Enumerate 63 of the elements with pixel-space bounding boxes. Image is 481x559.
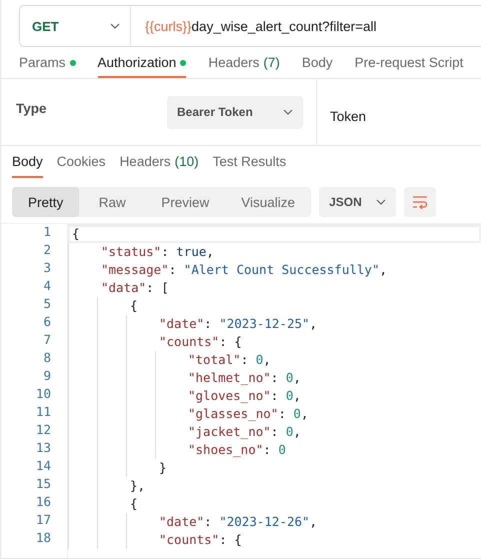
code-line: { — [129, 297, 138, 315]
line-number: 4 — [42, 278, 52, 295]
code-line: "jacket_no": 0, — [187, 423, 301, 441]
code-line: { — [129, 495, 138, 513]
view-mode-button[interactable]: Pretty — [12, 187, 80, 217]
line-number: 16 — [34, 494, 52, 511]
code-line: "shoes_no": 0 — [187, 441, 286, 459]
code-line: "helmet_no": 0, — [187, 369, 301, 387]
response-tab[interactable]: Headers (10) — [120, 154, 199, 178]
response-tab[interactable]: Cookies — [56, 154, 106, 178]
line-number: 8 — [42, 350, 52, 367]
view-mode-button[interactable]: Visualize — [225, 187, 312, 217]
line-number: 6 — [42, 314, 52, 331]
request-tab[interactable]: Pre-request Script — [354, 47, 464, 78]
line-number: 10 — [34, 386, 52, 403]
tab-count: (10) — [174, 154, 199, 169]
view-mode-button[interactable]: Preview — [145, 187, 226, 217]
line-number: 15 — [34, 476, 52, 493]
token-label: Token — [329, 108, 366, 124]
view-mode-button[interactable]: Raw — [79, 187, 146, 217]
code-line: } — [158, 459, 167, 477]
line-number: 13 — [34, 440, 52, 457]
code-line: "counts": { — [158, 531, 242, 549]
code-line: "date": "2023-12-25", — [158, 315, 318, 333]
line-number: 11 — [34, 404, 52, 421]
format-select[interactable]: JSON — [319, 187, 396, 217]
chevron-down-icon — [110, 23, 120, 29]
line-number: 9 — [42, 368, 52, 385]
code-line: "glasses_no": 0, — [187, 405, 308, 423]
code-line: "data": [ — [100, 279, 169, 297]
code-line: "status": true, — [100, 243, 214, 261]
line-number: 5 — [42, 296, 52, 313]
line-number: 2 — [42, 242, 52, 259]
line-number: 17 — [34, 512, 52, 529]
line-number: 14 — [34, 458, 52, 475]
url-field[interactable]: {{curls}}day_wise_alert_count?filter=all — [133, 18, 481, 34]
line-number: 3 — [42, 260, 52, 277]
response-tab[interactable]: Body — [12, 154, 43, 178]
line-number: 1 — [42, 224, 52, 241]
method-select[interactable]: GET — [20, 6, 131, 46]
code-line: "message": "Alert Count Successfully", — [100, 261, 387, 279]
type-label: Type — [16, 100, 47, 116]
code-line: "total": 0, — [187, 351, 271, 369]
line-number: 18 — [34, 530, 52, 547]
code-line: { — [71, 225, 80, 243]
line-number: 7 — [42, 332, 52, 349]
code-line: "counts": { — [158, 333, 242, 351]
code-line: }, — [129, 477, 146, 495]
url-bar[interactable]: GET {{curls}}day_wise_alert_count?filter=all — [19, 5, 481, 47]
request-tab[interactable]: Body — [302, 47, 333, 78]
response-tab[interactable]: Test Results — [212, 154, 286, 178]
chevron-down-icon — [283, 109, 293, 115]
wrap-lines-icon — [412, 195, 428, 209]
request-tab[interactable]: Authorization — [98, 47, 186, 78]
code-line: "gloves_no": 0, — [187, 387, 301, 405]
tab-count: (7) — [263, 55, 280, 70]
wrap-lines-button[interactable] — [404, 187, 436, 217]
auth-type-select[interactable]: Bearer Token — [167, 96, 303, 128]
code-line: "date": "2023-12-26", — [158, 513, 318, 531]
line-number: 12 — [34, 422, 52, 439]
request-tab[interactable]: Params — [19, 47, 76, 78]
chevron-down-icon — [376, 199, 386, 205]
request-tab[interactable]: Headers (7) — [208, 47, 280, 78]
